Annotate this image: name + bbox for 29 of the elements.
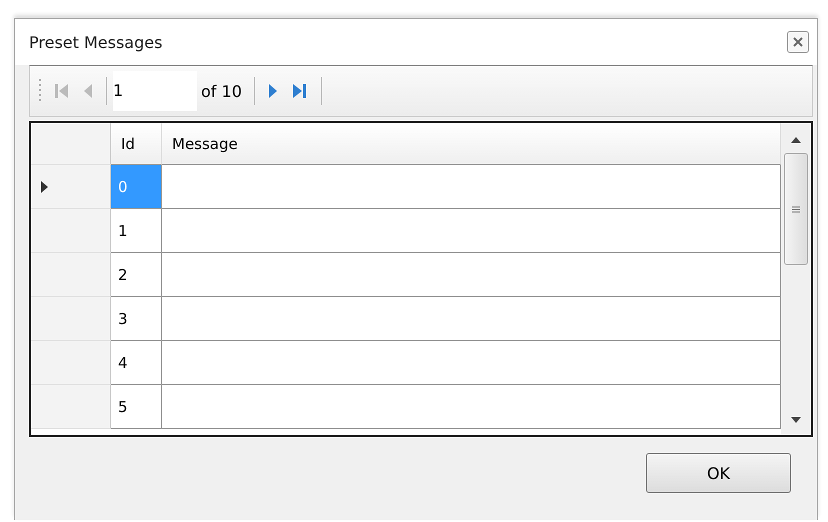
row-header[interactable]: [31, 385, 111, 429]
row-header[interactable]: [31, 297, 111, 341]
position-field[interactable]: 1: [113, 71, 197, 111]
vertical-scrollbar[interactable]: [781, 123, 811, 435]
scroll-thumb[interactable]: [784, 153, 808, 265]
table-cell: 2: [111, 253, 162, 297]
window-title: Preset Messages: [29, 32, 162, 52]
page-count: of 10: [201, 82, 242, 100]
table-cell: 0: [111, 165, 162, 209]
row-header[interactable]: [31, 165, 111, 209]
column-header[interactable]: Message: [162, 123, 781, 165]
ok-button[interactable]: OK: [646, 453, 791, 493]
last-page-icon[interactable]: [290, 82, 309, 100]
scroll-down-icon[interactable]: [791, 417, 801, 423]
previous-page-icon[interactable]: [82, 82, 94, 100]
current-row-icon: [41, 180, 48, 192]
table-cell: 5: [111, 385, 162, 429]
row-header[interactable]: [31, 253, 111, 297]
table-cell: 1: [111, 209, 162, 253]
row-header[interactable]: [31, 209, 111, 253]
row-header[interactable]: [31, 341, 111, 385]
table-cell: 4: [111, 341, 162, 385]
close-button[interactable]: [787, 31, 809, 53]
next-page-icon[interactable]: [266, 82, 279, 100]
first-page-icon[interactable]: [54, 82, 70, 100]
table-cell: 3: [111, 297, 162, 341]
header-corner[interactable]: [31, 123, 111, 165]
close-icon: [793, 37, 803, 47]
scroll-up-icon[interactable]: [791, 137, 801, 143]
